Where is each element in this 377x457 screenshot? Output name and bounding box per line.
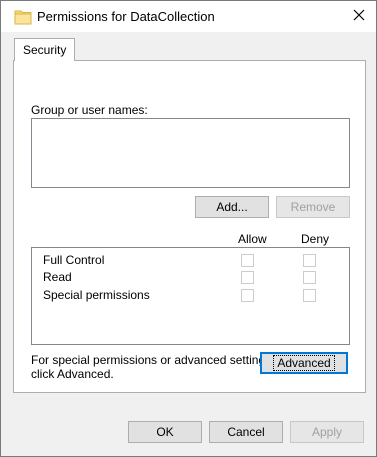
read-deny-checkbox[interactable] <box>303 271 316 284</box>
cancel-button[interactable]: Cancel <box>209 421 283 443</box>
apply-button[interactable]: Apply <box>290 421 364 443</box>
permissions-list[interactable]: Full Control Read Special permissions <box>31 247 350 345</box>
special-permissions-allow-checkbox[interactable] <box>241 289 254 302</box>
permissions-dialog: Permissions for DataCollection Security … <box>0 0 377 457</box>
permission-name: Read <box>43 270 72 284</box>
deny-column-header: Deny <box>301 232 330 246</box>
close-button[interactable] <box>342 1 376 32</box>
group-or-user-names-label: Group or user names: <box>31 103 148 117</box>
apply-button-label: Apply <box>311 425 343 439</box>
window-title: Permissions for DataCollection <box>37 9 215 24</box>
close-icon <box>353 9 365 24</box>
permission-name: Full Control <box>43 253 105 267</box>
advanced-hint-line2: click Advanced. <box>31 367 114 381</box>
title-bar[interactable]: Permissions for DataCollection <box>1 1 376 32</box>
full-control-deny-checkbox[interactable] <box>303 254 316 267</box>
special-permissions-deny-checkbox[interactable] <box>303 289 316 302</box>
remove-button[interactable]: Remove <box>276 196 350 218</box>
ok-button-label: OK <box>156 425 174 439</box>
permission-name: Special permissions <box>43 288 150 302</box>
read-allow-checkbox[interactable] <box>241 271 254 284</box>
add-button-label: Add... <box>216 200 248 214</box>
tab-security-label: Security <box>23 43 67 57</box>
allow-column-header: Allow <box>238 232 267 246</box>
tab-security[interactable]: Security <box>14 38 76 61</box>
advanced-button[interactable]: Advanced <box>260 352 348 374</box>
add-button[interactable]: Add... <box>195 196 269 218</box>
advanced-hint-line1: For special permissions or advanced sett… <box>31 353 275 367</box>
ok-button[interactable]: OK <box>128 421 202 443</box>
cancel-button-label: Cancel <box>227 425 265 439</box>
advanced-button-label: Advanced <box>273 355 335 371</box>
security-tab-panel: Group or user names: Add... Remove Allow… <box>13 60 366 393</box>
remove-button-label: Remove <box>290 200 336 214</box>
group-or-user-names-list[interactable] <box>31 118 350 188</box>
full-control-allow-checkbox[interactable] <box>241 254 254 267</box>
folder-icon <box>14 8 32 26</box>
